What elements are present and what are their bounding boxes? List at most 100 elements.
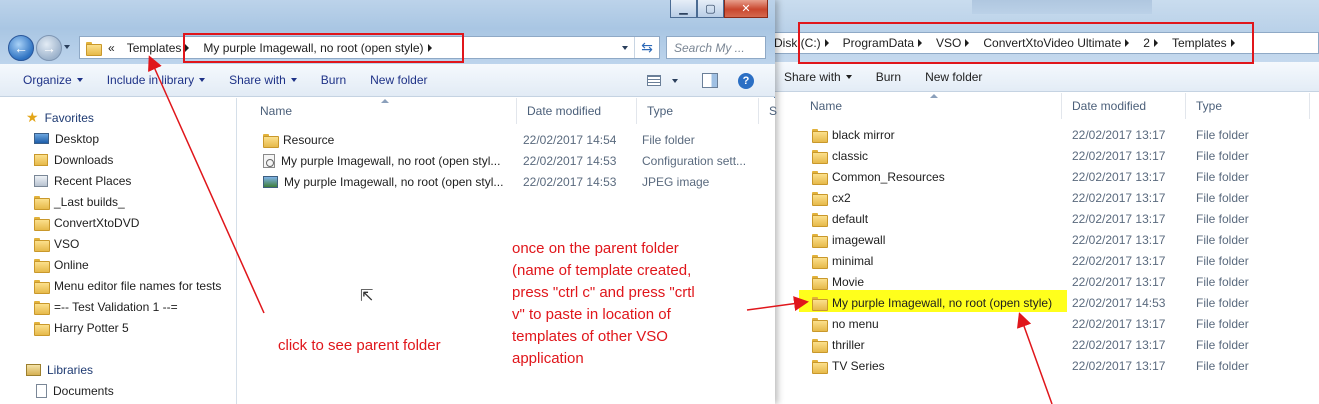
nav-item-recent-places[interactable]: Recent Places [34,170,131,191]
arrow-right-icon: → [42,40,56,56]
button-label: Organize [23,73,72,87]
column-label: S [769,104,778,118]
file-row[interactable]: classic [812,145,868,166]
nav-favorites[interactable]: ★ Favorites [26,107,94,128]
address-dropdown-icon[interactable] [622,46,628,50]
minimize-button[interactable]: ▁ [670,0,697,18]
file-name: My purple Imagewall, no root (open styl.… [281,153,501,168]
nav-item-menu-editor[interactable]: Menu editor file names for tests [34,275,221,296]
folder-icon [34,279,50,294]
file-row[interactable]: cx2 [812,187,851,208]
libraries-icon [26,363,41,376]
nav-item-convertxtodvd[interactable]: ConvertXtoDVD [34,212,139,233]
file-row[interactable]: thriller [812,334,865,355]
burn-button[interactable]: Burn [309,68,358,92]
nav-item-vso[interactable]: VSO [34,233,79,254]
file-type: File folder [1196,317,1249,331]
jpeg-image-icon [263,175,278,188]
star-icon: ★ [26,109,39,125]
view-options-icon[interactable] [647,75,661,86]
folder-icon [812,296,828,311]
maximize-button[interactable]: ▢ [697,0,724,18]
folder-icon [812,275,828,290]
organize-button[interactable]: Organize [11,68,95,92]
nav-item-online[interactable]: Online [34,254,89,275]
file-name: My purple Imagewall, no root (open style… [832,295,1053,310]
nav-libraries[interactable]: Libraries [26,359,93,380]
include-in-library-button[interactable]: Include in library [95,68,217,92]
file-row[interactable]: Movie [812,271,864,292]
help-icon[interactable]: ? [738,73,754,89]
recent-pages-icon[interactable] [64,45,70,49]
folder-icon [812,191,828,206]
column-header-date[interactable]: Date modified [517,98,637,124]
nav-label: Harry Potter 5 [54,320,129,335]
file-row[interactable]: Common_Resources [812,166,945,187]
button-label: Share with [229,73,286,87]
back-button[interactable]: ← [8,35,34,61]
breadcrumb-label: Templates [126,40,182,55]
file-date: 22/02/2017 14:54 [523,133,617,147]
folder-icon [34,195,50,210]
file-row[interactable]: minimal [812,250,873,271]
refresh-icon: ⇆ [641,39,653,55]
nav-label: Desktop [55,131,100,146]
folder-icon [812,212,828,227]
share-with-button[interactable]: Share with [772,65,864,89]
column-header-type[interactable]: Type [637,98,759,124]
file-date: 22/02/2017 13:17 [1072,317,1166,331]
column-label: Date modified [527,104,602,118]
button-label: Include in library [106,73,195,87]
column-header-size[interactable]: S [1310,93,1319,119]
new-folder-button[interactable]: New folder [913,65,994,89]
file-row[interactable]: Resource [263,129,334,150]
forward-button[interactable]: → [36,35,62,61]
column-label: Type [1196,99,1223,113]
command-bar: Share with Burn New folder [772,62,1319,92]
column-header-type[interactable]: Type [1186,93,1310,119]
nav-item-harry-potter[interactable]: Harry Potter 5 [34,317,129,338]
column-label: Type [647,104,674,118]
file-row[interactable]: imagewall [812,229,885,250]
preview-pane-icon[interactable] [702,73,718,88]
nav-item-documents[interactable]: Documents [34,380,114,401]
nav-item-downloads[interactable]: Downloads [34,149,113,170]
file-name: My purple Imagewall, no root (open styl.… [284,174,504,189]
nav-item-desktop[interactable]: Desktop [34,128,99,149]
folder-icon [812,170,828,185]
caption-buttons: ▁ ▢ ✕ [670,0,768,18]
overflow-breadcrumb[interactable]: « [108,41,115,55]
window-title-fragment [972,0,1152,14]
view-dropdown-icon[interactable] [672,79,678,83]
nav-label: Documents [53,383,114,398]
folder-icon [812,149,828,164]
search-input[interactable]: Search My ... [666,36,766,59]
command-bar: Organize Include in library Share with B… [0,64,775,97]
refresh-button[interactable]: ⇆ [634,37,659,58]
folder-icon [812,128,828,143]
nav-label: Online [54,257,89,272]
file-row[interactable]: My purple Imagewall, no root (open styl.… [263,171,503,192]
file-date: 22/02/2017 13:17 [1072,149,1166,163]
file-type: File folder [1196,254,1249,268]
column-header-size[interactable]: S [759,98,778,124]
downloads-icon [34,153,48,166]
column-header-date[interactable]: Date modified [1062,93,1186,119]
file-row[interactable]: My purple Imagewall, no root (open style… [812,292,1052,313]
nav-item-test-validation[interactable]: =-- Test Validation 1 --= [34,296,178,317]
file-row[interactable]: default [812,208,868,229]
nav-label: _Last builds_ [54,194,125,209]
file-row[interactable]: TV Series [812,355,885,376]
file-date: 22/02/2017 14:53 [523,154,617,168]
file-row[interactable]: no menu [812,313,879,334]
share-with-button[interactable]: Share with [217,68,309,92]
burn-button[interactable]: Burn [864,65,913,89]
file-row[interactable]: My purple Imagewall, no root (open styl.… [263,150,500,171]
close-button[interactable]: ✕ [724,0,768,18]
nav-item-last-builds[interactable]: _Last builds_ [34,191,125,212]
close-icon: ✕ [741,3,751,15]
file-row[interactable]: black mirror [812,124,895,145]
nav-label: Downloads [54,152,114,167]
new-folder-button[interactable]: New folder [358,68,439,92]
file-type: File folder [1196,128,1249,142]
